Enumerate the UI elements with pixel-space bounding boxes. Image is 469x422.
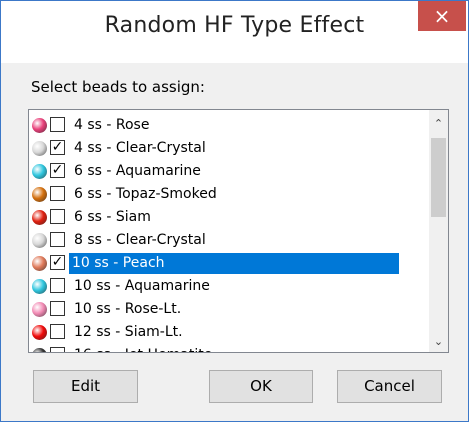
bead-list-item[interactable]: 16 ss - Jet Hematite <box>29 344 429 352</box>
bead-list-item[interactable]: 10 ss - Aquamarine <box>29 275 429 298</box>
ok-button[interactable]: OK <box>209 370 313 403</box>
title-bar[interactable]: Random HF Type Effect × <box>1 1 468 63</box>
bead-checkbox[interactable] <box>50 209 65 224</box>
close-icon: × <box>433 4 451 28</box>
bead-checkbox[interactable]: ✓ <box>50 255 65 270</box>
bead-label: 10 ss - Peach <box>69 253 399 274</box>
bead-list-item[interactable]: 12 ss - Siam-Lt. <box>29 321 429 344</box>
bead-list[interactable]: 4 ss - Rose ✓ 4 ss - Clear-Crystal ✓ 6 ss - … <box>28 109 449 353</box>
dialog-title: Random HF Type Effect <box>104 13 365 38</box>
bead-checkbox[interactable] <box>50 347 65 352</box>
bead-label: 4 ss - Rose <box>74 117 150 133</box>
bead-label: 6 ss - Topaz-Smoked <box>74 186 217 202</box>
bead-list-item[interactable]: 4 ss - Rose <box>29 114 429 137</box>
bead-label: 10 ss - Aquamarine <box>74 278 210 294</box>
rose-bead-icon <box>32 118 47 133</box>
close-button[interactable]: × <box>418 1 466 31</box>
clear-crystal-bead-icon <box>32 233 47 248</box>
bead-checkbox[interactable] <box>50 117 65 132</box>
rose-lt-bead-icon <box>32 302 47 317</box>
aquamarine-bead-icon <box>32 164 47 179</box>
bead-list-item[interactable]: ✓ 4 ss - Clear-Crystal <box>29 137 429 160</box>
dialog-window: Random HF Type Effect × Select beads to … <box>0 0 469 422</box>
bead-checkbox[interactable]: ✓ <box>50 140 65 155</box>
bead-checkbox[interactable] <box>50 278 65 293</box>
bead-list-item[interactable]: 8 ss - Clear-Crystal <box>29 229 429 252</box>
aquamarine-bead-icon <box>32 279 47 294</box>
select-beads-label: Select beads to assign: <box>31 78 205 96</box>
bead-checkbox[interactable] <box>50 186 65 201</box>
bead-label: 8 ss - Clear-Crystal <box>74 232 206 248</box>
bead-list-item[interactable]: 6 ss - Siam <box>29 206 429 229</box>
bead-label: 16 ss - Jet Hematite <box>71 345 215 352</box>
bead-checkbox[interactable] <box>50 232 65 247</box>
peach-bead-icon <box>32 256 47 271</box>
clear-crystal-bead-icon <box>32 141 47 156</box>
bead-label: 4 ss - Clear-Crystal <box>74 140 206 156</box>
bead-checkbox[interactable] <box>50 301 65 316</box>
topaz-smoked-bead-icon <box>32 187 47 202</box>
cancel-button[interactable]: Cancel <box>337 370 442 403</box>
bead-label: 6 ss - Siam <box>74 209 151 225</box>
scroll-thumb[interactable] <box>431 138 446 217</box>
bead-checkbox[interactable]: ✓ <box>50 163 65 178</box>
bead-label: 6 ss - Aquamarine <box>74 163 201 179</box>
bead-checkbox[interactable] <box>50 324 65 339</box>
siam-bead-icon <box>32 210 47 225</box>
scroll-up-icon[interactable]: ⌃ <box>429 114 448 134</box>
jet-hematite-bead-icon <box>32 348 47 352</box>
bead-list-item[interactable]: ✓ 6 ss - Aquamarine <box>29 160 429 183</box>
vertical-scrollbar[interactable]: ⌃ ⌄ <box>429 110 448 352</box>
bead-list-item[interactable]: 6 ss - Topaz-Smoked <box>29 183 429 206</box>
siam-lt-bead-icon <box>32 325 47 340</box>
bead-list-item[interactable]: 10 ss - Rose-Lt. <box>29 298 429 321</box>
bead-label: 10 ss - Rose-Lt. <box>74 301 182 317</box>
bead-list-item[interactable]: ✓ 10 ss - Peach <box>29 252 429 275</box>
edit-button[interactable]: Edit <box>33 370 138 403</box>
bead-label: 12 ss - Siam-Lt. <box>74 324 183 340</box>
scroll-down-icon[interactable]: ⌄ <box>429 332 448 352</box>
